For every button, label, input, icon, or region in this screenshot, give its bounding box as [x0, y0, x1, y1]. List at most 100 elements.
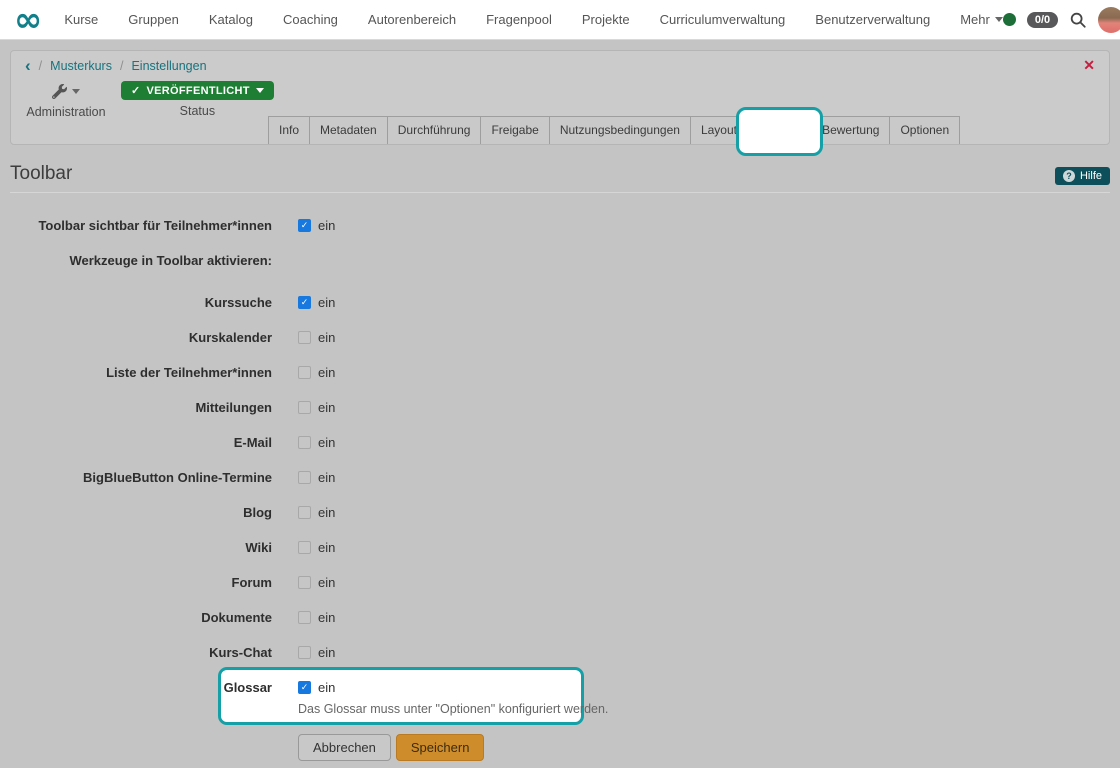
breadcrumb: ‹ / Musterkurs / Einstellungen ✕ [11, 51, 1109, 74]
chevron-down-icon [995, 17, 1003, 22]
nav-item-mehr[interactable]: Mehr [960, 12, 1003, 27]
field-label: Kurskalender [10, 328, 272, 347]
question-circle-icon: ? [1063, 170, 1075, 182]
field-label: E-Mail [10, 433, 272, 452]
form-buttons: Abbrechen Speichern [298, 734, 1110, 761]
search-icon[interactable] [1069, 11, 1087, 29]
field-label: BigBlueButton Online-Termine [10, 468, 272, 487]
ein-label[interactable]: ein [318, 400, 335, 415]
tab-toolbar[interactable]: Toolbar [747, 116, 812, 144]
form-row-wiki: Wiki ein [10, 538, 1110, 557]
ein-label[interactable]: ein [318, 540, 335, 555]
field-label: Kurssuche [10, 293, 272, 312]
navbar-menu: Kurse Gruppen Katalog Coaching Autorenbereic… [64, 12, 960, 27]
cancel-button[interactable]: Abbrechen [298, 734, 391, 761]
presence-status-dot [1003, 13, 1016, 26]
chat-counter-badge[interactable]: 0/0 [1027, 12, 1058, 28]
administration-menu[interactable]: Administration [11, 81, 121, 119]
form-row-dokumente: Dokumente ein [10, 608, 1110, 627]
help-button[interactable]: ? Hilfe [1055, 167, 1110, 185]
ein-label[interactable]: ein [318, 330, 335, 345]
close-icon[interactable]: ✕ [1083, 57, 1095, 74]
checkbox-blog[interactable] [298, 506, 311, 519]
ein-label[interactable]: ein [318, 470, 335, 485]
ein-label[interactable]: ein [318, 435, 335, 450]
checkbox-kurskalender[interactable] [298, 331, 311, 344]
checkbox-dokumente[interactable] [298, 611, 311, 624]
nav-item-gruppen[interactable]: Gruppen [128, 12, 179, 27]
status-menu[interactable]: ✓ VERÖFFENTLICHT Status [121, 81, 274, 118]
nav-item-katalog[interactable]: Katalog [209, 12, 253, 27]
wrench-icon [52, 84, 67, 99]
form-row-kurs-chat: Kurs-Chat ein [10, 643, 1110, 662]
breadcrumb-settings-link[interactable]: Einstellungen [131, 59, 206, 73]
status-badge[interactable]: ✓ VERÖFFENTLICHT [121, 81, 274, 100]
checkbox-kurs-chat[interactable] [298, 646, 311, 659]
field-label: Toolbar sichtbar für Teilnehmer*innen [10, 216, 272, 235]
ein-label[interactable]: ein [318, 680, 335, 695]
form-row-mitteilungen: Mitteilungen ein [10, 398, 1110, 417]
nav-item-curriculumverwaltung[interactable]: Curriculumverwaltung [660, 12, 786, 27]
settings-tabs: InfoMetadatenDurchführungFreigabeNutzung… [269, 116, 960, 144]
administration-label: Administration [11, 105, 121, 119]
ein-label[interactable]: ein [318, 295, 335, 310]
tab-freigabe[interactable]: Freigabe [480, 116, 549, 144]
checkbox-bigbluebutton-online-termine[interactable] [298, 471, 311, 484]
ein-label[interactable]: ein [318, 645, 335, 660]
nav-item-fragenpool[interactable]: Fragenpool [486, 12, 552, 27]
checkbox-glossar[interactable]: ✓ [298, 681, 311, 694]
nav-item-benutzerverwaltung[interactable]: Benutzerverwaltung [815, 12, 930, 27]
form-row-e-mail: E-Mail ein [10, 433, 1110, 452]
form-row-glossar: Glossar ✓ ein Das Glossar muss unter "Optio… [10, 678, 1110, 716]
field-label: Kurs-Chat [10, 643, 272, 662]
tab-info[interactable]: Info [268, 116, 310, 144]
checkbox-kurssuche[interactable]: ✓ [298, 296, 311, 309]
settings-content: Toolbar ? Hilfe Toolbar sichtbar für Tei… [0, 145, 1120, 761]
ein-label[interactable]: ein [318, 505, 335, 520]
nav-item-coaching[interactable]: Coaching [283, 12, 338, 27]
field-label: Wiki [10, 538, 272, 557]
tab-optionen[interactable]: Optionen [889, 116, 960, 144]
tab-nutzungsbedingungen[interactable]: Nutzungsbedingungen [549, 116, 691, 144]
field-label: Forum [10, 573, 272, 592]
form-row-bigbluebutton-online-termine: BigBlueButton Online-Termine ein [10, 468, 1110, 487]
breadcrumb-course-link[interactable]: Musterkurs [50, 59, 112, 73]
course-toolbar-row: Administration ✓ VERÖFFENTLICHT Status [11, 81, 274, 119]
top-navbar: ∞ Kurse Gruppen Katalog Coaching Autorenbere… [0, 0, 1120, 40]
checkbox-wiki[interactable] [298, 541, 311, 554]
breadcrumb-separator: / [39, 59, 42, 73]
ein-label[interactable]: ein [318, 365, 335, 380]
toolbar-settings-form: Toolbar sichtbar für Teilnehmer*innen ✓ ei… [10, 216, 1110, 716]
checkbox-toolbar-sichtbar-f-r-teilnehmer-innen[interactable]: ✓ [298, 219, 311, 232]
breadcrumb-separator: / [120, 59, 123, 73]
field-label: Glossar [10, 678, 272, 697]
course-header-panel: ‹ / Musterkurs / Einstellungen ✕ Adminis… [10, 50, 1110, 145]
tab-metadaten[interactable]: Metadaten [309, 116, 388, 144]
page-title: Toolbar [10, 163, 72, 185]
openolat-logo[interactable]: ∞ [14, 3, 42, 37]
ein-label[interactable]: ein [318, 610, 335, 625]
user-avatar[interactable] [1098, 7, 1120, 33]
field-note: Das Glossar muss unter "Optionen" konfig… [298, 702, 608, 716]
status-badge-label: VERÖFFENTLICHT [147, 85, 250, 97]
field-label: Mitteilungen [10, 398, 272, 417]
tab-durchf-hrung[interactable]: Durchführung [387, 116, 482, 144]
field-label: Dokumente [10, 608, 272, 627]
nav-item-autorenbereich[interactable]: Autorenbereich [368, 12, 456, 27]
form-row-toolbar-sichtbar-f-r-teilnehmer-innen: Toolbar sichtbar für Teilnehmer*innen ✓ ei… [10, 216, 1110, 235]
field-label: Blog [10, 503, 272, 522]
checkbox-mitteilungen[interactable] [298, 401, 311, 414]
ein-label[interactable]: ein [318, 575, 335, 590]
checkbox-forum[interactable] [298, 576, 311, 589]
save-button[interactable]: Speichern [396, 734, 485, 761]
ein-label[interactable]: ein [318, 218, 335, 233]
nav-item-projekte[interactable]: Projekte [582, 12, 630, 27]
checkbox-liste-der-teilnehmer-innen[interactable] [298, 366, 311, 379]
form-row-blog: Blog ein [10, 503, 1110, 522]
back-chevron-icon[interactable]: ‹ [25, 59, 31, 73]
form-row-liste-der-teilnehmer-innen: Liste der Teilnehmer*innenein [10, 363, 1110, 382]
nav-item-kurse[interactable]: Kurse [64, 12, 98, 27]
checkbox-e-mail[interactable] [298, 436, 311, 449]
form-row-kurssuche: Kurssuche ✓ ein [10, 293, 1110, 312]
status-label: Status [121, 104, 274, 118]
